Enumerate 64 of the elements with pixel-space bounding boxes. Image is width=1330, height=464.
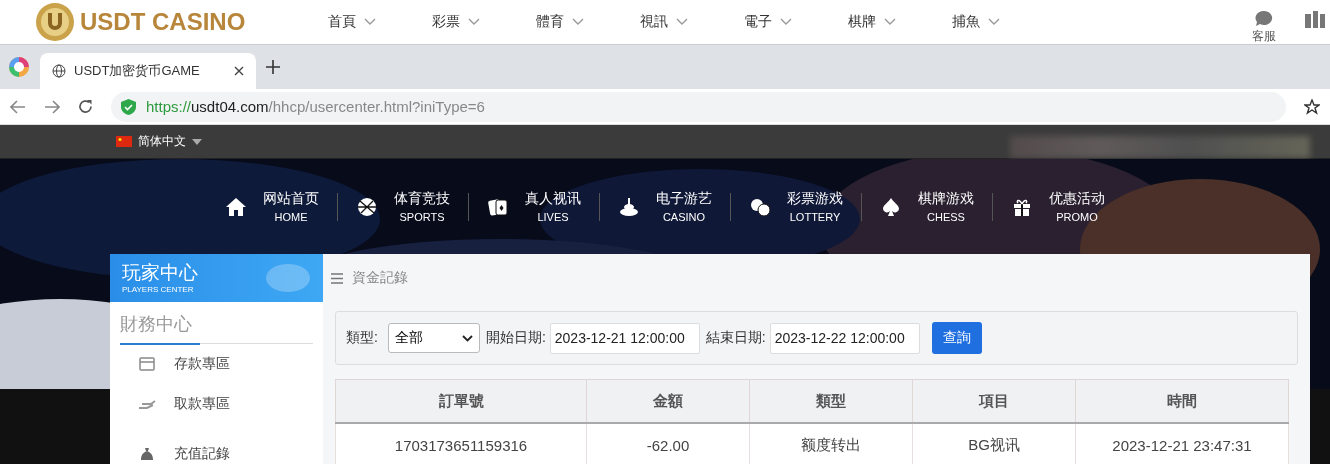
chevron-icon: [461, 334, 473, 342]
browser-tab[interactable]: USDT加密货币GAME: [40, 53, 256, 89]
home-icon: [225, 195, 247, 218]
url-field[interactable]: https://usdt04.com/hhcp/usercenter.html?iniType=6: [146, 98, 485, 115]
sidebar-item[interactable]: 取款專區: [110, 384, 323, 424]
shield-icon: [121, 98, 136, 115]
back-icon[interactable]: [10, 99, 26, 114]
menu-item[interactable]: 首頁: [328, 13, 432, 31]
menu-item[interactable]: 彩票: [432, 13, 536, 31]
forward-icon[interactable]: [44, 99, 60, 114]
nav-item[interactable]: 彩票游戏 LOTTERY: [731, 190, 861, 223]
chevron-icon: [676, 18, 688, 26]
menu-item[interactable]: 電子: [744, 13, 848, 31]
filter-label: 結束日期:: [705, 329, 766, 347]
column-header: 訂單號: [335, 379, 587, 423]
end-date-field[interactable]: 2023-12-22 12:00:00: [769, 322, 920, 354]
close-icon[interactable]: [234, 66, 244, 76]
table-cell: 1703173651159316: [335, 423, 587, 464]
service-label[interactable]: 客服: [1252, 30, 1276, 42]
section-title: 財務中心: [120, 310, 200, 345]
money-bag-icon: [138, 446, 156, 462]
reload-icon[interactable]: [78, 99, 93, 114]
chevron-icon: [364, 18, 376, 26]
menu-item[interactable]: 體育: [536, 13, 640, 31]
query-button[interactable]: 查詢: [931, 322, 982, 354]
column-header: 項目: [912, 379, 1076, 423]
logo-text: USDT CASINO: [80, 8, 246, 36]
filter-label: 類型:: [346, 329, 378, 347]
filter-label: 開始日期:: [485, 329, 546, 347]
nav-item[interactable]: 网站首页 HOME: [207, 190, 337, 223]
chevron-icon: [988, 18, 1000, 26]
type-select[interactable]: 全部: [387, 323, 480, 353]
menu-item[interactable]: 視訊: [640, 13, 744, 31]
chevron-icon: [780, 18, 792, 26]
chevron-icon: [468, 18, 480, 26]
globe-icon: [52, 64, 66, 78]
slot-machine-icon: [618, 195, 640, 218]
sidebar-header: 玩家中心 PLAYERS CENTER: [110, 254, 323, 302]
star-icon[interactable]: [1304, 98, 1320, 115]
nav-item[interactable]: 优惠活动 PROMO: [993, 190, 1123, 223]
nav-item[interactable]: 真人视讯 LIVES: [469, 190, 599, 223]
menu-item[interactable]: 棋牌: [848, 13, 952, 31]
chat-icon[interactable]: [1254, 10, 1274, 28]
column-header: 時間: [1075, 379, 1289, 423]
chevron-icon: [884, 18, 896, 26]
nav-item[interactable]: 电子游艺 CASINO: [600, 190, 730, 223]
menu-icon[interactable]: [331, 272, 343, 284]
new-tab-icon[interactable]: [266, 60, 280, 74]
breadcrumb: 資金記錄: [352, 269, 408, 287]
menu-item[interactable]: 捕魚: [952, 13, 1056, 31]
column-header: 金額: [586, 379, 750, 423]
column-header: 類型: [749, 379, 913, 423]
caret-icon: [192, 138, 202, 145]
card-icon: [138, 356, 156, 372]
nav-item[interactable]: 棋牌游戏 CHESS: [862, 190, 992, 223]
ball-icon: [356, 195, 378, 218]
sidebar-item[interactable]: 存款專區: [110, 344, 323, 384]
sidebar-item[interactable]: 充值記錄: [110, 434, 323, 464]
nav-item[interactable]: 体育竞技 SPORTS: [338, 190, 468, 223]
start-date-field[interactable]: 2023-12-21 12:00:00: [549, 322, 700, 354]
browser-logo-icon: [8, 56, 30, 78]
chevron-icon: [572, 18, 584, 26]
language-select[interactable]: 简体中文: [116, 133, 202, 150]
flag-icon: [116, 136, 132, 147]
